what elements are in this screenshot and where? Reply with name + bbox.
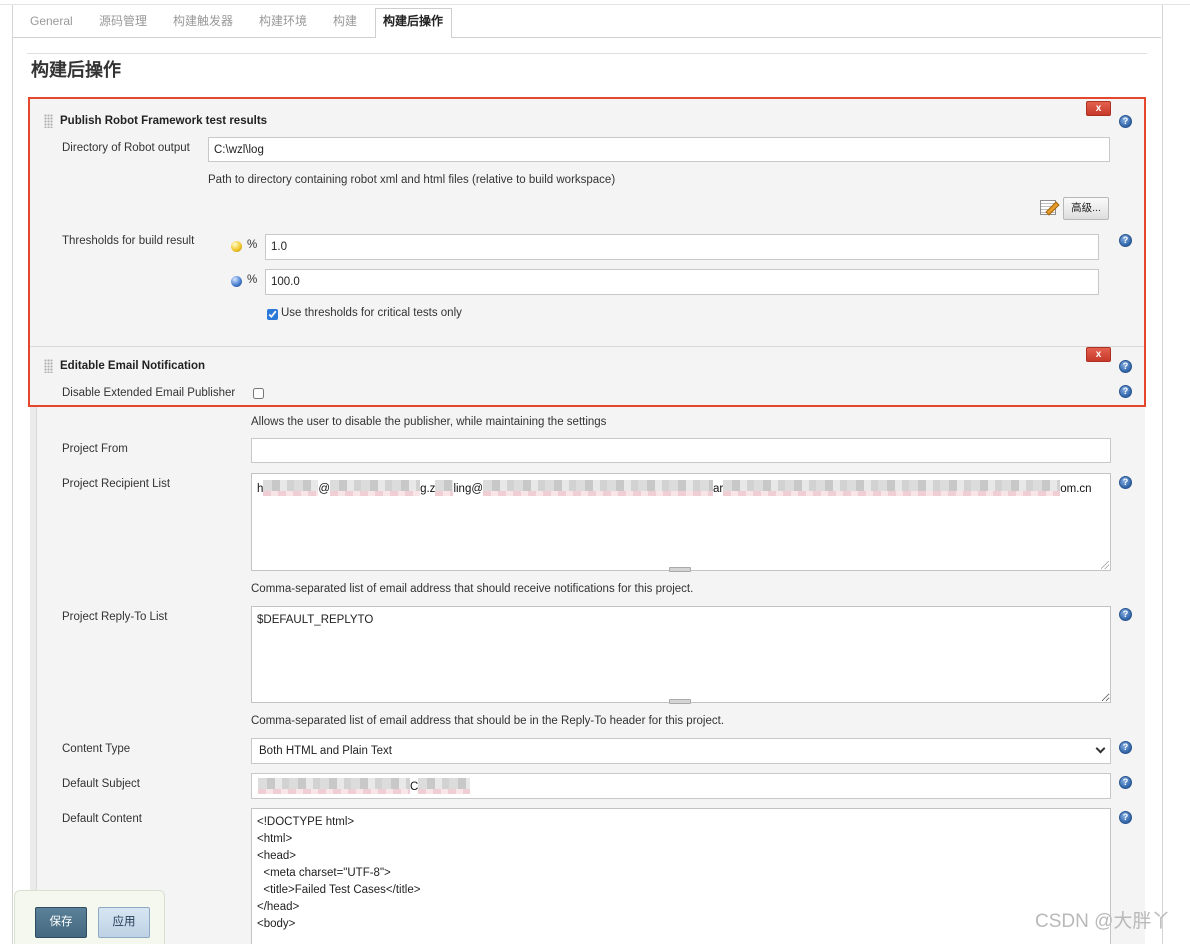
disable-publisher-hint: Allows the user to disable the publisher…	[251, 416, 607, 428]
recipient-list-hint: Comma-separated list of email address th…	[251, 583, 694, 595]
help-icon[interactable]: ?	[1119, 811, 1132, 824]
disable-publisher-checkbox[interactable]	[253, 388, 264, 399]
textarea-resize-handle[interactable]	[669, 699, 691, 704]
help-icon[interactable]: ?	[1119, 234, 1132, 247]
blurred-text	[330, 480, 421, 496]
unstable-threshold-input[interactable]	[265, 234, 1099, 260]
tab-build-triggers[interactable]: 构建触发器	[173, 14, 233, 28]
apply-button[interactable]: 应用	[98, 907, 150, 938]
blue-ball-icon	[231, 276, 242, 287]
default-content-textarea[interactable]: <!DOCTYPE html> <html> <head> <meta char…	[251, 808, 1111, 944]
watermark: CSDN @大胖丫	[1035, 911, 1171, 932]
help-icon[interactable]: ?	[1119, 385, 1132, 398]
help-icon[interactable]: ?	[1119, 476, 1132, 489]
recipient-text: ar	[713, 483, 724, 495]
content-type-label: Content Type	[62, 743, 131, 755]
thresholds-label: Thresholds for build result	[62, 235, 195, 247]
pass-threshold-input[interactable]	[265, 269, 1099, 295]
email-section-title: Editable Email Notification	[60, 360, 206, 372]
delete-email-section-button[interactable]: x	[1086, 347, 1111, 362]
section-left-border	[30, 407, 37, 944]
reply-to-textarea[interactable]: $DEFAULT_REPLYTO	[251, 606, 1111, 703]
save-button[interactable]: 保存	[35, 907, 87, 938]
blurred-text	[418, 778, 471, 794]
drag-handle-icon[interactable]	[44, 359, 53, 373]
help-icon[interactable]: ?	[1119, 741, 1132, 754]
tab-general[interactable]: General	[30, 14, 73, 28]
recipient-text: @	[318, 483, 331, 495]
reply-to-hint: Comma-separated list of email address th…	[251, 715, 725, 727]
help-icon[interactable]: ?	[1119, 776, 1132, 789]
blurred-text	[263, 480, 319, 496]
subject-text: C	[410, 781, 419, 793]
tab-source-code-management[interactable]: 源码管理	[99, 14, 147, 28]
default-content-label: Default Content	[62, 813, 142, 825]
robot-output-dir-hint: Path to directory containing robot xml a…	[208, 174, 616, 186]
tab-build[interactable]: 构建	[333, 14, 357, 28]
blurred-text	[435, 480, 454, 496]
blurred-text	[723, 480, 1061, 496]
help-icon[interactable]: ?	[1119, 115, 1132, 128]
help-icon[interactable]: ?	[1119, 608, 1132, 621]
pass-threshold-unit: %	[247, 274, 258, 286]
robot-output-dir-label: Directory of Robot output	[62, 142, 190, 154]
unstable-threshold-unit: %	[247, 239, 258, 251]
default-subject-input[interactable]: C	[251, 773, 1111, 799]
heading-divider	[27, 53, 1147, 54]
page-title: 构建后操作	[31, 60, 121, 80]
robot-output-dir-input[interactable]	[208, 137, 1110, 162]
project-from-input[interactable]	[251, 438, 1111, 463]
recipient-text: g.z	[420, 483, 436, 495]
tab-post-build-actions[interactable]: 构建后操作	[383, 14, 443, 28]
recipient-list-textarea[interactable]: h @ g.z ling@ ar om.cn	[251, 473, 1111, 571]
recipient-text: om.cn	[1060, 483, 1092, 495]
blurred-text	[483, 480, 714, 496]
section-divider	[30, 346, 1145, 347]
reply-to-label: Project Reply-To List	[62, 611, 168, 623]
robot-section-title: Publish Robot Framework test results	[60, 115, 268, 127]
edit-notepad-icon	[1040, 200, 1056, 215]
critical-only-label: Use thresholds for critical tests only	[281, 307, 462, 319]
textarea-resize-handle[interactable]	[669, 567, 691, 572]
recipient-list-label: Project Recipient List	[62, 478, 171, 490]
advanced-button[interactable]: 高级...	[1063, 197, 1109, 220]
tab-build-environment[interactable]: 构建环境	[259, 14, 307, 28]
help-icon[interactable]: ?	[1119, 360, 1132, 373]
critical-only-checkbox[interactable]	[267, 309, 278, 320]
drag-handle-icon[interactable]	[44, 114, 53, 128]
project-from-label: Project From	[62, 443, 128, 455]
disable-publisher-label: Disable Extended Email Publisher	[62, 387, 236, 399]
blurred-text	[258, 778, 410, 794]
default-subject-label: Default Subject	[62, 778, 140, 790]
delete-robot-section-button[interactable]: x	[1086, 101, 1111, 116]
yellow-ball-icon	[231, 241, 242, 252]
recipient-text: ling@	[453, 483, 484, 495]
content-type-select[interactable]: Both HTML and Plain Text	[251, 738, 1111, 764]
tab-bar-border	[13, 37, 1161, 38]
